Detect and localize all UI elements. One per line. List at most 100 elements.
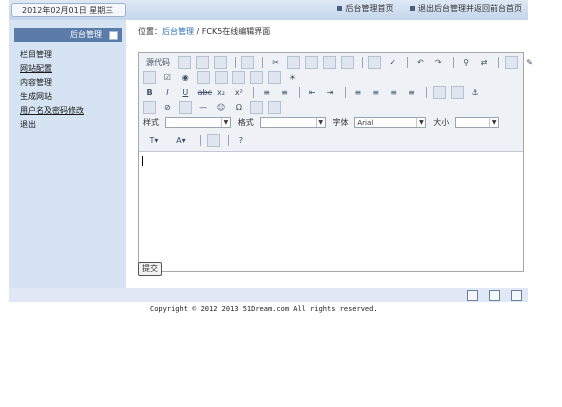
breadcrumb-separator: / <box>194 27 202 36</box>
maximize-icon[interactable] <box>206 134 220 147</box>
ordered-list-icon[interactable]: ≡ <box>260 86 273 99</box>
separator <box>199 135 201 146</box>
form-icon[interactable] <box>143 71 156 84</box>
copy-icon[interactable] <box>287 56 300 69</box>
toolbar-row-1: 源代码 ✂ ✓ ↶ ↷ ⚲ ⇄ ✎ <box>143 56 538 69</box>
editor-content-area[interactable] <box>139 152 523 271</box>
sidebar-item-logout[interactable]: 退出 <box>20 118 84 132</box>
image-icon[interactable] <box>143 101 156 114</box>
toolbar-row-5: 样式 ▼ 格式 ▼ 字体 Arial ▼ 大小 ▼ <box>143 117 503 130</box>
align-justify-icon[interactable]: ≡ <box>405 86 418 99</box>
sidebar-title-text: 后台管理 <box>70 30 102 39</box>
rich-text-editor: 源代码 ✂ ✓ ↶ ↷ ⚲ ⇄ ✎ ☑ ◉ ☀ B I U abc x₂ x² … <box>138 52 533 272</box>
top-links: 后台管理首页 退出后台管理并返回前台首页 <box>323 3 522 15</box>
sidebar-item-password[interactable]: 用户名及密码修改 <box>20 104 84 118</box>
link-icon[interactable] <box>432 86 446 99</box>
font-value: Arial <box>357 119 374 127</box>
separator <box>298 87 300 98</box>
remove-format-icon[interactable]: ✎ <box>523 56 536 69</box>
paste-word-icon[interactable] <box>340 56 354 69</box>
flash-icon[interactable]: ⊘ <box>161 101 174 114</box>
select-field-icon[interactable] <box>232 71 246 84</box>
date-display: 2012年02月01日 星期三 <box>11 3 126 17</box>
align-left-icon[interactable]: ≡ <box>351 86 364 99</box>
image-button-icon[interactable] <box>268 71 282 84</box>
font-label: 字体 <box>332 118 349 127</box>
chevron-down-icon: ▼ <box>416 118 425 127</box>
undo-icon[interactable]: ↶ <box>414 56 427 69</box>
save-icon[interactable] <box>177 56 191 69</box>
graph-icon[interactable] <box>511 290 522 301</box>
textfield-icon[interactable] <box>196 71 210 84</box>
sidebar-item-generate[interactable]: 生成网站 <box>20 90 84 104</box>
radio-icon[interactable]: ◉ <box>179 71 192 84</box>
chevron-down-icon: ▼ <box>220 118 230 127</box>
subscript-icon[interactable]: x₂ <box>215 86 228 99</box>
format-select[interactable]: ▼ <box>259 117 326 128</box>
smiley-icon[interactable]: ☺ <box>215 101 228 114</box>
horizontal-rule-icon[interactable]: — <box>197 101 210 114</box>
bold-icon[interactable]: B <box>143 86 156 99</box>
checkbox-icon[interactable]: ☑ <box>161 71 174 84</box>
special-char-icon[interactable]: Ω <box>232 101 245 114</box>
sidebar: 后台管理 栏目管理 网站配置 内容管理 生成网站 用户名及密码修改 退出 <box>9 20 126 288</box>
superscript-icon[interactable]: x² <box>232 86 245 99</box>
chevron-down-icon: ▼ <box>315 118 325 127</box>
textarea-icon[interactable] <box>214 71 228 84</box>
paste-text-icon[interactable] <box>322 56 336 69</box>
text-color-icon[interactable]: T▾ <box>143 134 165 147</box>
toolbar-row-6: T▾ A▾ ? <box>143 134 249 147</box>
find-icon[interactable]: ⚲ <box>460 56 473 69</box>
redo-icon[interactable]: ↷ <box>432 56 445 69</box>
new-page-icon[interactable] <box>195 56 209 69</box>
replace-icon[interactable]: ⇄ <box>478 56 491 69</box>
table-icon[interactable] <box>178 101 192 114</box>
indent-icon[interactable]: ⇥ <box>324 86 337 99</box>
page-break-icon[interactable] <box>250 101 264 114</box>
align-right-icon[interactable]: ≡ <box>387 86 400 99</box>
unordered-list-icon[interactable]: ≡ <box>278 86 291 99</box>
toolbar-row-3: B I U abc x₂ x² ≡ ≡ ⇤ ⇥ ≡ ≡ ≡ ≡ ⚓ <box>143 86 484 99</box>
logout-return-link[interactable]: 退出后台管理并返回前台首页 <box>410 4 522 13</box>
iframe-icon[interactable] <box>268 101 282 114</box>
cut-icon[interactable]: ✂ <box>269 56 282 69</box>
select-all-icon[interactable] <box>505 56 519 69</box>
align-center-icon[interactable]: ≡ <box>369 86 382 99</box>
bullet-icon <box>337 6 343 11</box>
submit-button[interactable]: 提交 <box>138 262 162 276</box>
separator <box>344 87 346 98</box>
source-button[interactable]: 源代码 <box>143 56 173 69</box>
breadcrumb: 位置：后台管理 / FCK5在线编辑界面 <box>138 26 270 37</box>
sidebar-menu: 栏目管理 网站配置 内容管理 生成网站 用户名及密码修改 退出 <box>20 48 84 132</box>
style-select[interactable]: ▼ <box>164 117 231 128</box>
button-field-icon[interactable] <box>250 71 264 84</box>
outdent-icon[interactable]: ⇤ <box>306 86 319 99</box>
breadcrumb-link[interactable]: 后台管理 <box>162 27 194 36</box>
editor-toolbar: 源代码 ✂ ✓ ↶ ↷ ⚲ ⇄ ✎ ☑ ◉ ☀ B I U abc x₂ x² … <box>139 53 533 152</box>
font-select[interactable]: Arial ▼ <box>354 117 427 128</box>
separator <box>452 57 454 68</box>
chevron-down-icon: ▼ <box>489 118 498 127</box>
underline-icon[interactable]: U <box>179 86 192 99</box>
template-icon[interactable] <box>241 56 255 69</box>
collapse-icon[interactable] <box>109 31 118 40</box>
size-select[interactable]: ▼ <box>455 117 500 128</box>
sidebar-item-content[interactable]: 内容管理 <box>20 76 84 90</box>
unlink-icon[interactable] <box>450 86 464 99</box>
bg-color-icon[interactable]: A▾ <box>170 134 192 147</box>
preview-icon[interactable] <box>213 56 227 69</box>
anchor-icon[interactable]: ⚓ <box>469 86 482 99</box>
print-icon[interactable] <box>368 56 382 69</box>
bank-icon[interactable] <box>489 290 501 301</box>
paste-icon[interactable] <box>304 56 318 69</box>
spellcheck-icon[interactable]: ✓ <box>386 56 399 69</box>
sidebar-item-column[interactable]: 栏目管理 <box>20 48 84 62</box>
about-icon[interactable]: ? <box>234 134 247 147</box>
hidden-field-icon[interactable]: ☀ <box>286 71 299 84</box>
italic-icon[interactable]: I <box>161 86 174 99</box>
size-label: 大小 <box>433 118 450 127</box>
admin-home-link[interactable]: 后台管理首页 <box>337 4 393 13</box>
sidebar-item-site-config[interactable]: 网站配置 <box>20 62 84 76</box>
chart-icon[interactable] <box>467 290 479 301</box>
strike-icon[interactable]: abc <box>197 86 212 99</box>
